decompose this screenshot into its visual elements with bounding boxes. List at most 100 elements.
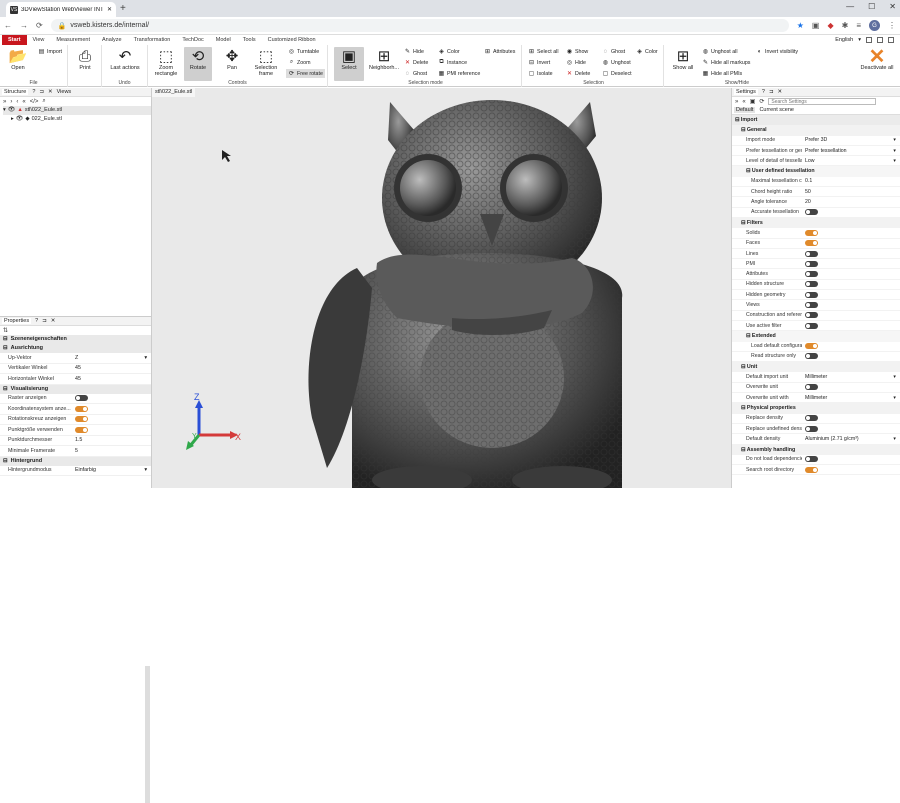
collapse-icon[interactable]: ⊟ <box>3 335 8 344</box>
toggle-switch[interactable] <box>805 415 818 422</box>
code-icon[interactable]: </> <box>30 99 39 105</box>
import-button[interactable]: ▤ Import <box>38 48 62 56</box>
pin-icon[interactable]: ⊐ <box>42 318 47 324</box>
owl-model[interactable]: Z X Y <box>152 88 731 488</box>
reading-list-icon[interactable]: ≡ <box>856 21 861 30</box>
last-actions-button[interactable]: ↶ Last actions <box>107 47 143 71</box>
collapse-icon[interactable]: ⊟ <box>3 385 8 394</box>
avatar[interactable]: G <box>869 20 880 31</box>
zoom-button[interactable]: ⌕ Zoom <box>288 59 311 66</box>
invert-button[interactable]: ⊟ Invert <box>528 59 550 67</box>
toggle-switch[interactable] <box>805 271 818 278</box>
help-icon[interactable]: ? <box>32 89 35 95</box>
ghost-mode-button[interactable]: ◌ Ghost <box>404 70 427 77</box>
chevron-down-icon[interactable]: ▾ <box>893 137 896 143</box>
deselect-button[interactable]: ▢ Deselect <box>602 70 632 78</box>
settings-section[interactable]: ⊟ Extended <box>732 331 900 342</box>
settings-select[interactable]: Low <box>805 158 815 164</box>
property-value[interactable]: 5 <box>75 448 78 454</box>
settings-select[interactable]: Millimeter <box>805 374 827 380</box>
expand-all-icon[interactable]: » <box>735 99 738 105</box>
ghost-button[interactable]: ◌ Ghost <box>602 48 625 55</box>
color-button[interactable]: ◈ Color <box>636 48 657 56</box>
turntable-button[interactable]: ◎ Turntable <box>288 48 319 56</box>
toggle-switch[interactable] <box>805 322 818 329</box>
chevron-left-icon[interactable]: ‹ <box>16 99 18 105</box>
select-button[interactable]: ▣ Select <box>334 47 364 81</box>
browser-menu-icon[interactable]: ⋮ <box>888 21 896 30</box>
settings-section[interactable]: ⊟ Unit <box>732 362 900 373</box>
help-icon[interactable]: ? <box>762 89 765 95</box>
maximize-icon[interactable]: ☐ <box>868 2 875 11</box>
save-icon[interactable]: ▣ <box>750 98 756 105</box>
collapse-icon[interactable]: ⊟ <box>3 457 8 466</box>
tab-current-scene[interactable]: Current scene <box>759 107 794 113</box>
sort-icon[interactable]: ⇅ <box>3 327 8 334</box>
collapse-all-icon[interactable]: « <box>742 99 745 105</box>
property-section[interactable]: ⊟ Szeneneigenschaften <box>0 335 151 344</box>
chevron-down-icon[interactable]: ▾ <box>893 158 896 164</box>
settings-select[interactable]: Millimeter <box>805 395 827 401</box>
delete-mode-button[interactable]: ✕ Delete <box>404 59 428 67</box>
color-mode-button[interactable]: ◈ Color <box>438 48 459 56</box>
extension-red-icon[interactable]: ◆ <box>827 21 833 30</box>
hide-all-pmis-button[interactable]: ▦ Hide all PMIs <box>702 70 743 78</box>
chevron-right-icon[interactable]: › <box>10 99 12 105</box>
tree-item-root[interactable]: ▾ 👁 ▲ stl\022_Eule.stl <box>3 106 151 115</box>
property-section[interactable]: ⊟ Visualisierung <box>0 384 151 394</box>
close-window-icon[interactable]: ✕ <box>889 2 896 11</box>
pan-button[interactable]: ✥ Pan <box>220 47 244 71</box>
ribbon-tab[interactable]: Measurement <box>50 35 96 45</box>
toggle-switch[interactable] <box>805 312 818 319</box>
property-section[interactable]: ⊟ Ausrichtung <box>0 344 151 353</box>
attributes-button[interactable]: ⊞ Attributes <box>484 48 515 56</box>
settings-value[interactable]: 0.1 <box>805 178 812 184</box>
ribbon-tab[interactable]: Tools <box>237 35 262 45</box>
forward-icon[interactable]: → <box>20 21 28 30</box>
hide-button[interactable]: ◎ Hide <box>566 59 586 67</box>
open-button[interactable]: 📂 Open <box>6 47 30 71</box>
toggle-switch[interactable] <box>75 416 88 423</box>
eye-icon[interactable]: 👁 <box>16 115 24 124</box>
tree-item-part[interactable]: ▸ 👁 ◆ 022_Eule.stl <box>3 115 151 124</box>
show-button[interactable]: ◉ Show <box>566 48 588 56</box>
reload-icon[interactable]: ⟳ <box>36 21 43 30</box>
selection-frame-button[interactable]: ⬚ Selection frame <box>252 47 280 77</box>
rotate-button[interactable]: ⟲ Rotate <box>184 47 212 81</box>
toggle-switch[interactable] <box>805 281 818 288</box>
ribbon-tab[interactable]: Customized Ribbon <box>262 35 322 45</box>
toggle-switch[interactable] <box>75 405 88 412</box>
ribbon-tab[interactable]: Analyze <box>96 35 128 45</box>
ribbon-tab[interactable]: TechDoc <box>176 35 209 45</box>
layout-icon[interactable] <box>877 37 883 43</box>
property-value[interactable]: 45 <box>75 365 81 371</box>
property-value[interactable]: 45 <box>75 376 81 382</box>
toggle-switch[interactable] <box>805 260 818 267</box>
ribbon-tab[interactable]: View <box>27 35 51 45</box>
fullscreen-icon[interactable] <box>888 37 894 43</box>
pmi-reference-button[interactable]: ▦ PMI reference <box>438 70 481 78</box>
show-all-button[interactable]: ⊞ Show all <box>668 47 698 71</box>
tree-expand-icon[interactable]: ▾ <box>3 106 6 115</box>
collapse-icon[interactable]: ⊟ <box>3 344 8 353</box>
puzzle-icon[interactable]: ✱ <box>842 21 849 30</box>
select-all-button[interactable]: ⊞ Select all <box>528 48 559 56</box>
expand-all-icon[interactable]: » <box>3 99 6 105</box>
hide-all-markups-button[interactable]: ✎ Hide all markups <box>702 59 750 67</box>
print-button[interactable]: ⎙ Print <box>72 47 98 72</box>
settings-select[interactable]: Aluminium (2.71 g/cm³) <box>805 436 859 442</box>
property-select[interactable]: Einfarbig <box>75 467 96 473</box>
zoom-rectangle-button[interactable]: ⬚ Zoom rectangle <box>152 47 180 77</box>
collapse-all-icon[interactable]: « <box>22 99 25 105</box>
toggle-switch[interactable] <box>805 301 818 308</box>
browser-tab[interactable]: VS 3DViewStation WebViewer INTE ✕ <box>6 2 116 17</box>
toggle-switch[interactable] <box>805 209 818 216</box>
toggle-switch[interactable] <box>805 343 818 350</box>
instance-mode-button[interactable]: ⧉ Instance <box>438 59 467 66</box>
isolate-button[interactable]: ▢ Isolate <box>528 70 553 78</box>
settings-section[interactable]: ⊟ Physical properties <box>732 403 900 414</box>
close-icon[interactable]: ✕ <box>51 318 56 324</box>
settings-section[interactable]: ⊟ Filters <box>732 217 900 229</box>
property-select[interactable]: Z <box>75 355 78 361</box>
unghost-button[interactable]: ◍ Unghost <box>602 59 631 67</box>
